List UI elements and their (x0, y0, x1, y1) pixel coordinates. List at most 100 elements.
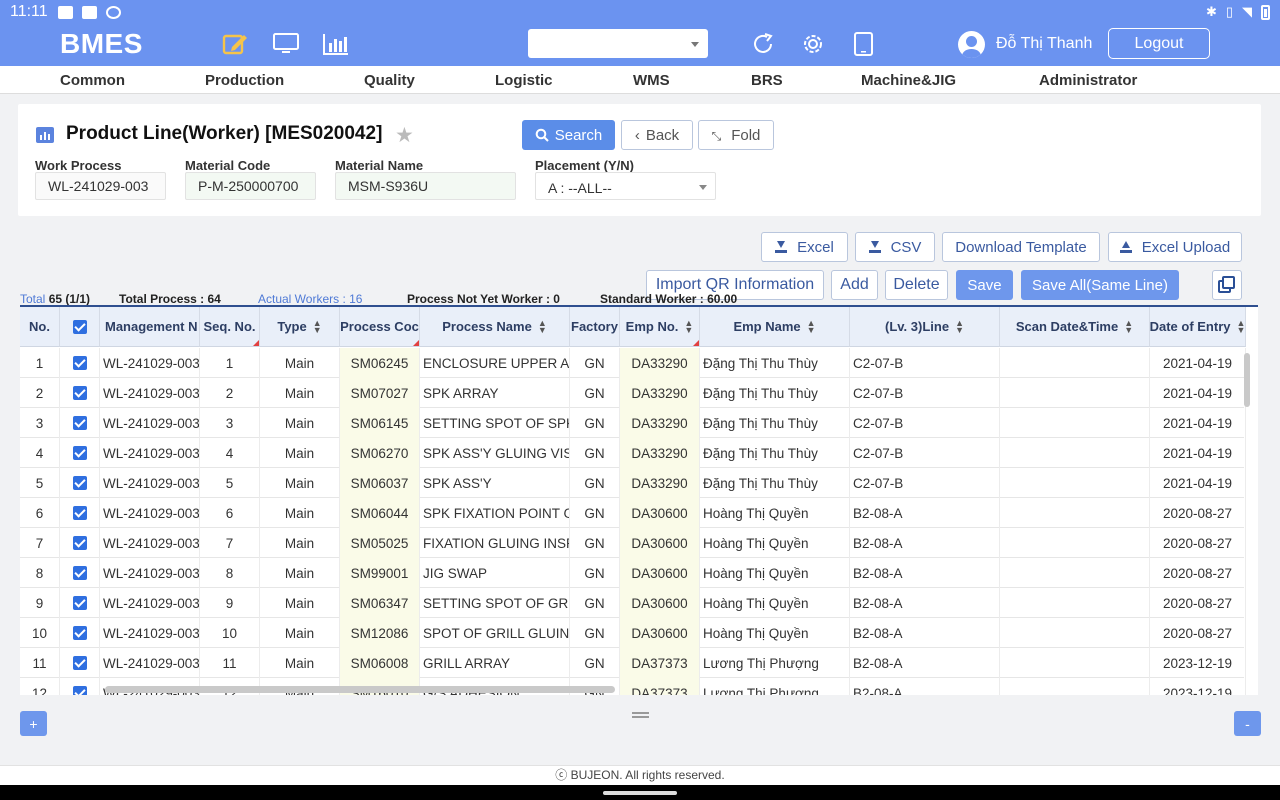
cell-seq[interactable]: 9 (200, 588, 260, 618)
cell-type[interactable]: Main (260, 528, 340, 558)
chart-icon[interactable] (322, 32, 350, 56)
cell-scan[interactable] (1000, 378, 1150, 408)
cell-code[interactable]: SM06008 (340, 648, 420, 678)
cell-name[interactable]: SPK ARRAY (420, 378, 570, 408)
cell-mgmt[interactable]: WL-241029-003 (100, 468, 200, 498)
cell-name[interactable]: SPOT OF GRILL GLUING (420, 618, 570, 648)
back-button[interactable]: ‹ Back (621, 120, 693, 150)
user-avatar-icon[interactable] (958, 31, 985, 58)
cell-emp-name[interactable]: Đặng Thị Thu Thùy (700, 468, 850, 498)
cell-mgmt[interactable]: WL-241029-003 (100, 648, 200, 678)
cell-factory[interactable]: GN (570, 348, 620, 378)
cell-emp-no[interactable]: DA37373 (620, 648, 700, 678)
cell-emp-no[interactable]: DA37373 (620, 678, 700, 695)
menu-brs[interactable]: BRS (751, 72, 783, 89)
sort-icon[interactable]: ▲ ▼ (1124, 318, 1133, 334)
cell-code[interactable]: SM07027 (340, 378, 420, 408)
cell-mgmt[interactable]: WL-241029-003 (100, 528, 200, 558)
cell-type[interactable]: Main (260, 588, 340, 618)
column-header-emp-no[interactable]: Emp No. ▲ ▼ (620, 307, 700, 347)
sort-icon[interactable]: ▲ ▼ (684, 318, 693, 334)
cell-emp-name[interactable]: Đặng Thị Thu Thùy (700, 378, 850, 408)
cell-seq[interactable]: 10 (200, 618, 260, 648)
cell-no[interactable]: 4 (20, 438, 60, 468)
csv-button[interactable]: CSV (855, 232, 935, 262)
cell-line[interactable]: C2-07-B (850, 348, 1000, 378)
cell-factory[interactable]: GN (570, 468, 620, 498)
cell-emp-no[interactable]: DA30600 (620, 618, 700, 648)
cell-emp-no[interactable]: DA30600 (620, 588, 700, 618)
cell-name[interactable]: SETTING SPOT OF SPK (420, 408, 570, 438)
resize-handle-icon[interactable] (632, 712, 649, 718)
cell-line[interactable]: C2-07-B (850, 438, 1000, 468)
column-header-date-of-entry[interactable]: Date of Entry ▲ ▼ (1150, 307, 1246, 347)
cell-line[interactable]: B2-08-A (850, 618, 1000, 648)
cell-entry[interactable]: 2020-08-27 (1150, 588, 1246, 618)
column-header-emp-name[interactable]: Emp Name ▲ ▼ (700, 307, 850, 347)
column-header-factory[interactable]: Factory (570, 307, 620, 347)
cell-line[interactable]: C2-07-B (850, 408, 1000, 438)
cell-line[interactable]: B2-08-A (850, 588, 1000, 618)
row-checkbox[interactable] (72, 596, 87, 610)
row-checkbox[interactable] (72, 626, 87, 640)
row-checkbox-cell[interactable] (60, 498, 100, 528)
column-header-process-name[interactable]: Process Name ▲ ▼ (420, 307, 570, 347)
cell-mgmt[interactable]: WL-241029-003 (100, 618, 200, 648)
cell-entry[interactable]: 2021-04-19 (1150, 378, 1246, 408)
menu-common[interactable]: Common (60, 72, 125, 89)
menu-production[interactable]: Production (205, 72, 284, 89)
cell-code[interactable]: SM06245 (340, 348, 420, 378)
cell-scan[interactable] (1000, 558, 1150, 588)
menu-machine-jig[interactable]: Machine&JIG (861, 72, 956, 89)
cell-entry[interactable]: 2021-04-19 (1150, 408, 1246, 438)
cell-no[interactable]: 10 (20, 618, 60, 648)
row-checkbox-cell[interactable] (60, 438, 100, 468)
cell-seq[interactable]: 4 (200, 438, 260, 468)
cell-mgmt[interactable]: WL-241029-003 (100, 558, 200, 588)
cell-emp-name[interactable]: Lương Thị Phượng (700, 648, 850, 678)
cell-entry[interactable]: 2020-08-27 (1150, 558, 1246, 588)
cell-mgmt[interactable]: WL-241029-003 (100, 378, 200, 408)
cell-no[interactable]: 11 (20, 648, 60, 678)
cell-code[interactable]: SM06044 (340, 498, 420, 528)
cell-no[interactable]: 5 (20, 468, 60, 498)
row-checkbox[interactable] (72, 476, 87, 490)
table-row[interactable]: 7 WL-241029-003 7 Main SM05025 FIXATION GLUIN… (20, 528, 1246, 558)
app-logo[interactable]: BMES (60, 28, 143, 60)
column-header-scan-date[interactable]: Scan Date&Time ▲ ▼ (1000, 307, 1150, 347)
cell-emp-name[interactable]: Hoàng Thị Quyền (700, 528, 850, 558)
cell-type[interactable]: Main (260, 648, 340, 678)
cell-emp-name[interactable]: Hoàng Thị Quyền (700, 558, 850, 588)
menu-wms[interactable]: WMS (633, 72, 670, 89)
cell-code[interactable]: SM06270 (340, 438, 420, 468)
cell-name[interactable]: GRILL ARRAY (420, 648, 570, 678)
row-checkbox[interactable] (72, 536, 87, 550)
cell-entry[interactable]: 2021-04-19 (1150, 468, 1246, 498)
table-row[interactable]: 5 WL-241029-003 5 Main SM06037 SPK ASS'Y GN DA3… (20, 468, 1246, 498)
cell-code[interactable]: SM06347 (340, 588, 420, 618)
row-checkbox[interactable] (72, 416, 87, 430)
gear-icon[interactable] (800, 32, 828, 56)
cell-scan[interactable] (1000, 528, 1150, 558)
cell-emp-no[interactable]: DA33290 (620, 438, 700, 468)
row-checkbox-cell[interactable] (60, 348, 100, 378)
excel-upload-button[interactable]: Excel Upload (1108, 232, 1242, 262)
row-checkbox-cell[interactable] (60, 408, 100, 438)
cell-seq[interactable]: 3 (200, 408, 260, 438)
edit-icon[interactable] (222, 32, 250, 56)
menu-quality[interactable]: Quality (364, 72, 415, 89)
cell-entry[interactable]: 2023-12-19 (1150, 678, 1246, 695)
cell-entry[interactable]: 2021-04-19 (1150, 348, 1246, 378)
refresh-icon[interactable] (750, 32, 778, 56)
cell-seq[interactable]: 8 (200, 558, 260, 588)
cell-type[interactable]: Main (260, 348, 340, 378)
expand-button[interactable]: + (20, 711, 47, 736)
table-row[interactable]: 1 WL-241029-003 1 Main SM06245 ENCLOSURE UPPE… (20, 348, 1246, 378)
cell-line[interactable]: C2-07-B (850, 468, 1000, 498)
sort-icon[interactable]: ▲ ▼ (955, 318, 964, 334)
column-header-process-code[interactable]: Process Coc (340, 307, 420, 347)
table-row[interactable]: 2 WL-241029-003 2 Main SM07027 SPK ARRAY GN DA3… (20, 378, 1246, 408)
cell-mgmt[interactable]: WL-241029-003 (100, 348, 200, 378)
save-button[interactable]: Save (956, 270, 1013, 300)
cell-no[interactable]: 6 (20, 498, 60, 528)
